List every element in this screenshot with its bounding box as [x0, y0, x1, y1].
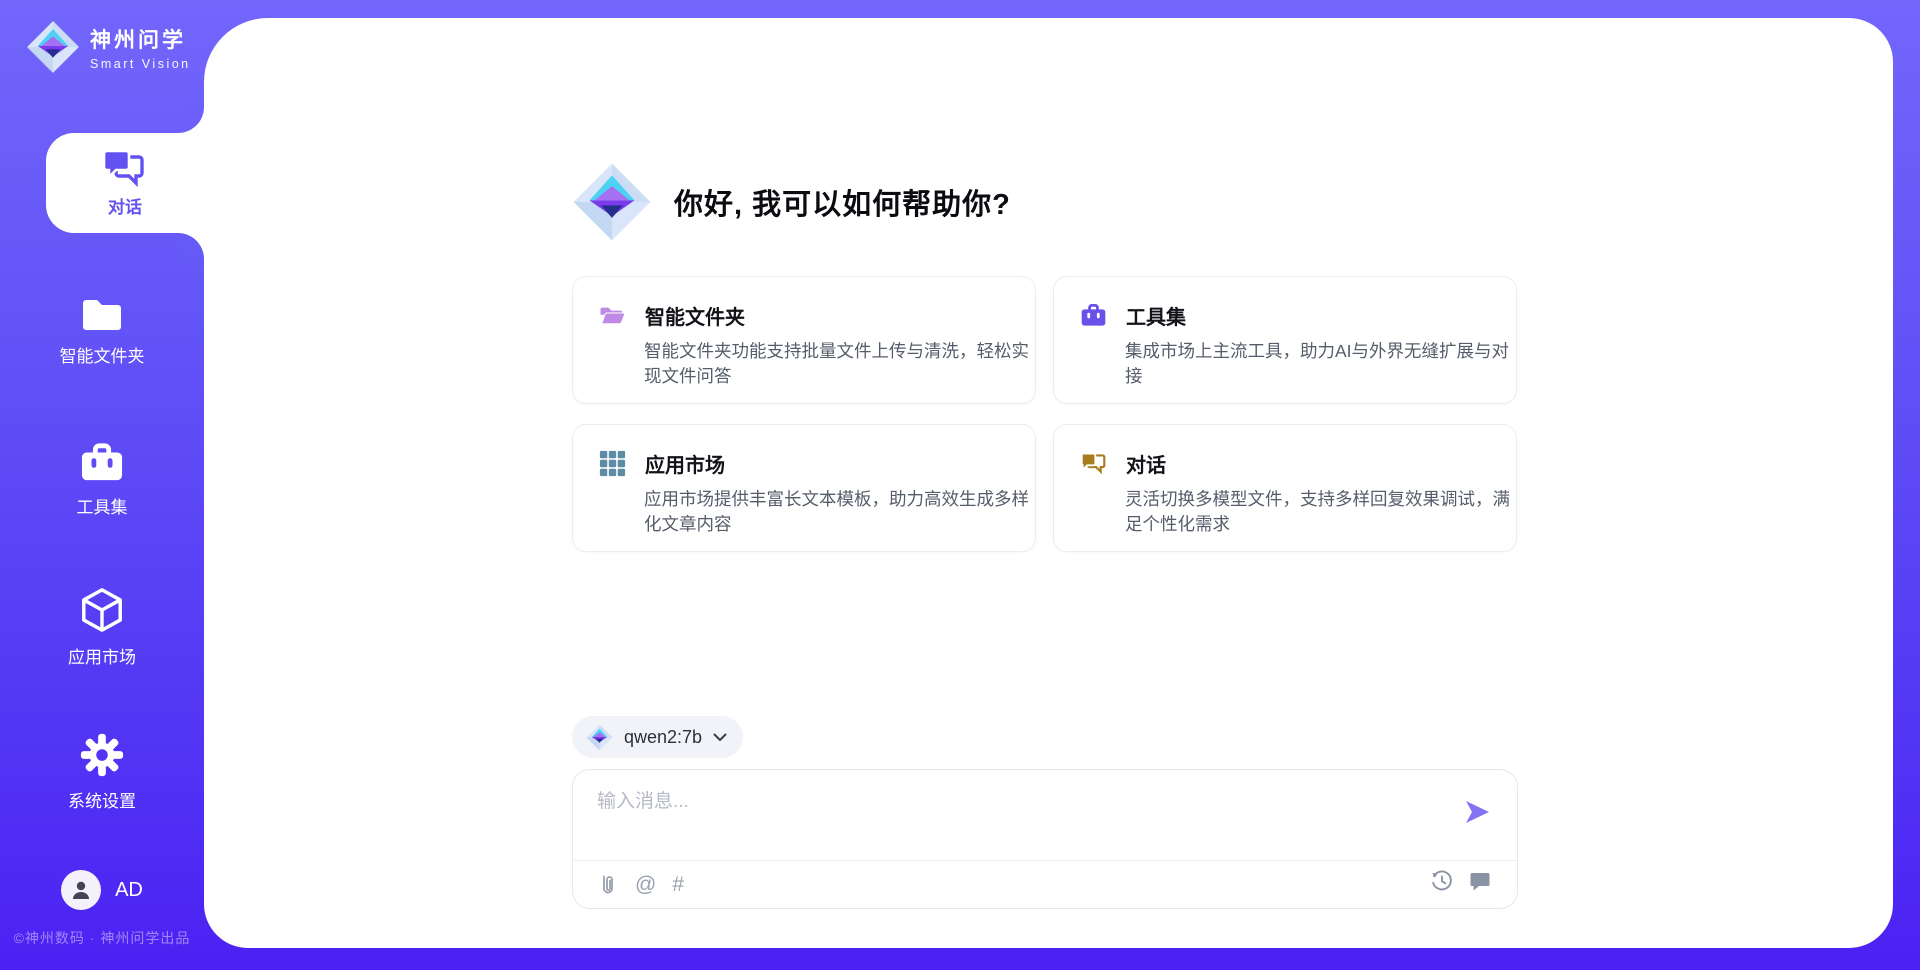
- brand-diamond-icon: [26, 20, 80, 74]
- composer-toolbar-left: @ #: [597, 870, 684, 900]
- sidebar-item-label: 应用市场: [0, 643, 204, 668]
- main-panel: 你好, 我可以如何帮助你? 智能文件夹 智能文件夹功能支持批量文件上传与清洗，轻…: [204, 18, 1893, 948]
- user-account[interactable]: AD: [0, 870, 204, 910]
- card-app-market[interactable]: 应用市场 应用市场提供丰富长文本模板，助力高效生成多样化文章内容: [572, 424, 1036, 552]
- sidebar-item-smart-folder[interactable]: 智能文件夹: [0, 295, 204, 367]
- brand-diamond-icon: [572, 162, 652, 242]
- card-title: 对话: [1126, 449, 1166, 478]
- greeting-title: 你好, 我可以如何帮助你?: [674, 181, 1011, 223]
- card-toolset[interactable]: 工具集 集成市场上主流工具，助力AI与外界无缝扩展与对接: [1053, 276, 1517, 404]
- sidebar-item-toolset[interactable]: 工具集: [0, 442, 204, 518]
- card-title: 应用市场: [645, 449, 725, 478]
- sidebar-item-app-market[interactable]: 应用市场: [0, 586, 204, 668]
- gear-icon: [79, 732, 125, 778]
- mention-icon[interactable]: @: [635, 870, 656, 900]
- tab-curve-top: [178, 107, 204, 133]
- toolbox-icon: [78, 442, 126, 484]
- model-selector[interactable]: qwen2:7b: [572, 716, 743, 758]
- chat-icon: [103, 149, 147, 187]
- card-title: 工具集: [1126, 301, 1186, 330]
- card-description: 集成市场上主流工具，助力AI与外界无缝扩展与对接: [1125, 339, 1519, 389]
- sidebar-item-label: 对话: [108, 193, 142, 218]
- sidebar-item-label: 智能文件夹: [0, 342, 204, 367]
- folder-icon: [79, 295, 125, 333]
- message-composer: @ #: [572, 769, 1518, 909]
- card-description: 灵活切换多模型文件，支持多样回复效果调试，满足个性化需求: [1125, 487, 1519, 537]
- paperclip-icon[interactable]: [597, 874, 619, 896]
- grid-icon: [599, 450, 626, 477]
- footer-credit: ©神州数码 · 神州问学出品: [0, 928, 204, 948]
- app-root: 你好, 我可以如何帮助你? 智能文件夹 智能文件夹功能支持批量文件上传与清洗，轻…: [0, 0, 1920, 970]
- brand-diamond-icon: [586, 724, 613, 751]
- card-description: 应用市场提供丰富长文本模板，助力高效生成多样化文章内容: [644, 487, 1038, 537]
- brand: 神州问学 Smart Vision: [26, 20, 191, 74]
- toolbox-icon: [1080, 302, 1107, 329]
- card-chat[interactable]: 对话 灵活切换多模型文件，支持多样回复效果调试，满足个性化需求: [1053, 424, 1517, 552]
- history-icon[interactable]: [1431, 870, 1453, 892]
- card-description: 智能文件夹功能支持批量文件上传与清洗，轻松实现文件问答: [644, 339, 1038, 389]
- brand-subtitle: Smart Vision: [90, 57, 191, 71]
- brand-name: 神州问学: [90, 24, 191, 54]
- send-icon[interactable]: [1463, 798, 1491, 826]
- chat-icon: [1080, 450, 1107, 477]
- folder-open-icon: [599, 302, 626, 329]
- tab-curve-bottom: [178, 233, 204, 259]
- feature-cards: 智能文件夹 智能文件夹功能支持批量文件上传与清洗，轻松实现文件问答 工具集 集成…: [572, 276, 1518, 552]
- composer-divider: [573, 860, 1517, 861]
- hash-icon[interactable]: #: [672, 870, 684, 900]
- sidebar: 神州问学 Smart Vision 对话 智能文件夹: [0, 0, 204, 970]
- chevron-down-icon: [713, 733, 727, 742]
- avatar: [61, 870, 101, 910]
- message-input[interactable]: [597, 786, 1447, 848]
- cube-icon: [79, 586, 125, 634]
- sidebar-item-settings[interactable]: 系统设置: [0, 732, 204, 812]
- sidebar-item-chat[interactable]: 对话: [46, 133, 204, 233]
- sidebar-item-label: 系统设置: [0, 787, 204, 812]
- person-icon: [69, 878, 93, 902]
- composer-toolbar-right: [1431, 870, 1491, 892]
- card-title: 智能文件夹: [645, 301, 745, 330]
- card-smart-folder[interactable]: 智能文件夹 智能文件夹功能支持批量文件上传与清洗，轻松实现文件问答: [572, 276, 1036, 404]
- sidebar-item-label: 工具集: [0, 493, 204, 518]
- greeting: 你好, 我可以如何帮助你?: [572, 162, 1011, 242]
- model-name: qwen2:7b: [624, 727, 702, 748]
- chat-bubble-icon[interactable]: [1469, 870, 1491, 892]
- user-initials: AD: [115, 879, 143, 902]
